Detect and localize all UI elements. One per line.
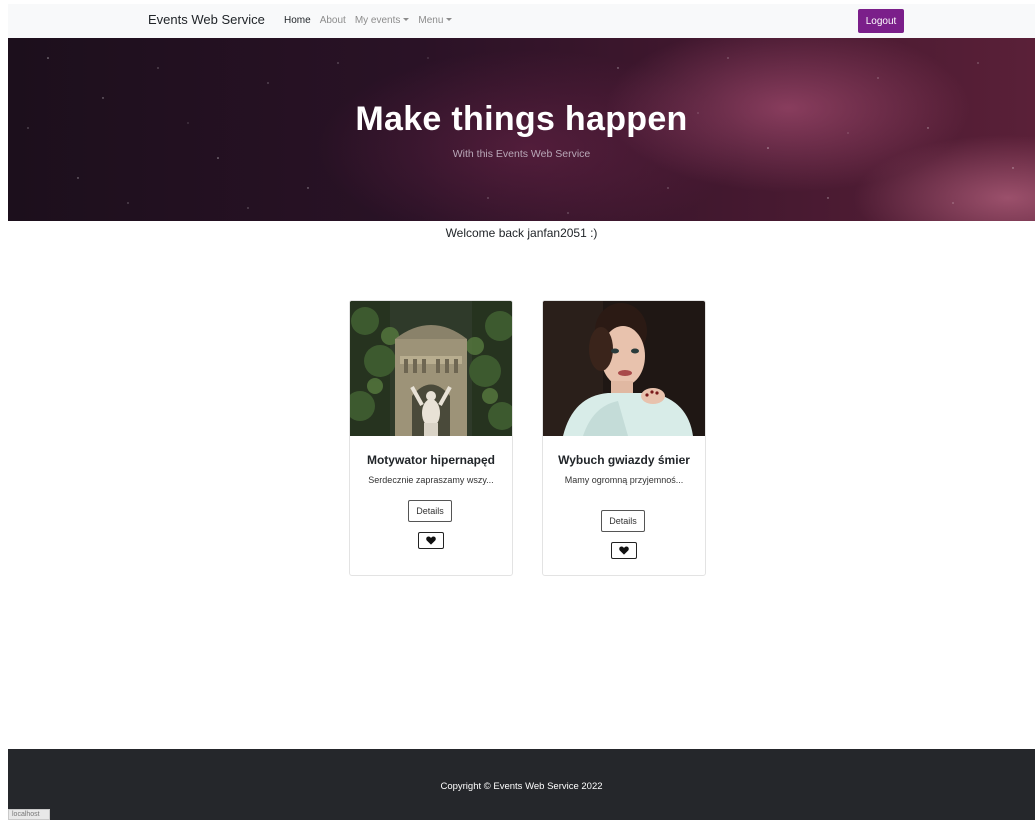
event-excerpt: Serdecznie zapraszamy wszy... — [368, 475, 494, 485]
copyright-text: Copyright © Events Web Service 2022 — [440, 781, 603, 792]
hero-subtitle: With this Events Web Service — [452, 148, 591, 160]
event-card: Wybuch gwiazdy śmier Mamy ogromną przyje… — [542, 300, 706, 576]
hero-title: Make things happen — [355, 100, 688, 138]
status-bar-url: localhost — [8, 809, 50, 820]
nav-my-events-dropdown[interactable]: My events — [355, 15, 410, 26]
hero-banner: Make things happen With this Events Web … — [8, 38, 1035, 221]
favorite-button[interactable] — [418, 532, 444, 549]
chevron-down-icon — [446, 18, 453, 21]
page: Events Web Service Home About My events … — [8, 4, 1035, 820]
event-image[interactable] — [543, 301, 705, 436]
details-button[interactable]: Details — [601, 510, 645, 532]
chevron-down-icon — [403, 18, 410, 21]
event-excerpt: Mamy ogromną przyjemnoś... — [564, 475, 684, 485]
welcome-message: Welcome back janfan2051 :) — [445, 226, 598, 240]
nav-about-link[interactable]: About — [320, 15, 346, 26]
event-title: Motywator hipernapęd — [366, 453, 495, 467]
nav-my-events-label: My events — [354, 15, 401, 26]
nav-home-link[interactable]: Home — [284, 15, 311, 26]
nav-menu-dropdown[interactable]: Menu — [418, 15, 453, 26]
heart-icon — [619, 546, 629, 555]
navbar: Events Web Service Home About My events … — [8, 4, 1035, 38]
footer: Copyright © Events Web Service 2022 — [8, 749, 1035, 820]
navbar-brand[interactable]: Events Web Service — [148, 12, 265, 27]
nav-menu-label: Menu — [418, 15, 444, 26]
heart-icon — [426, 536, 436, 545]
details-button[interactable]: Details — [408, 500, 452, 522]
event-title: Wybuch gwiazdy śmier — [558, 453, 690, 467]
favorite-button[interactable] — [611, 542, 637, 559]
event-image[interactable] — [350, 301, 512, 436]
logout-button[interactable]: Logout — [858, 9, 904, 33]
event-card: Motywator hipernapęd Serdecznie zaprasza… — [349, 300, 513, 576]
nav-links: Home About My events Menu — [284, 15, 453, 26]
